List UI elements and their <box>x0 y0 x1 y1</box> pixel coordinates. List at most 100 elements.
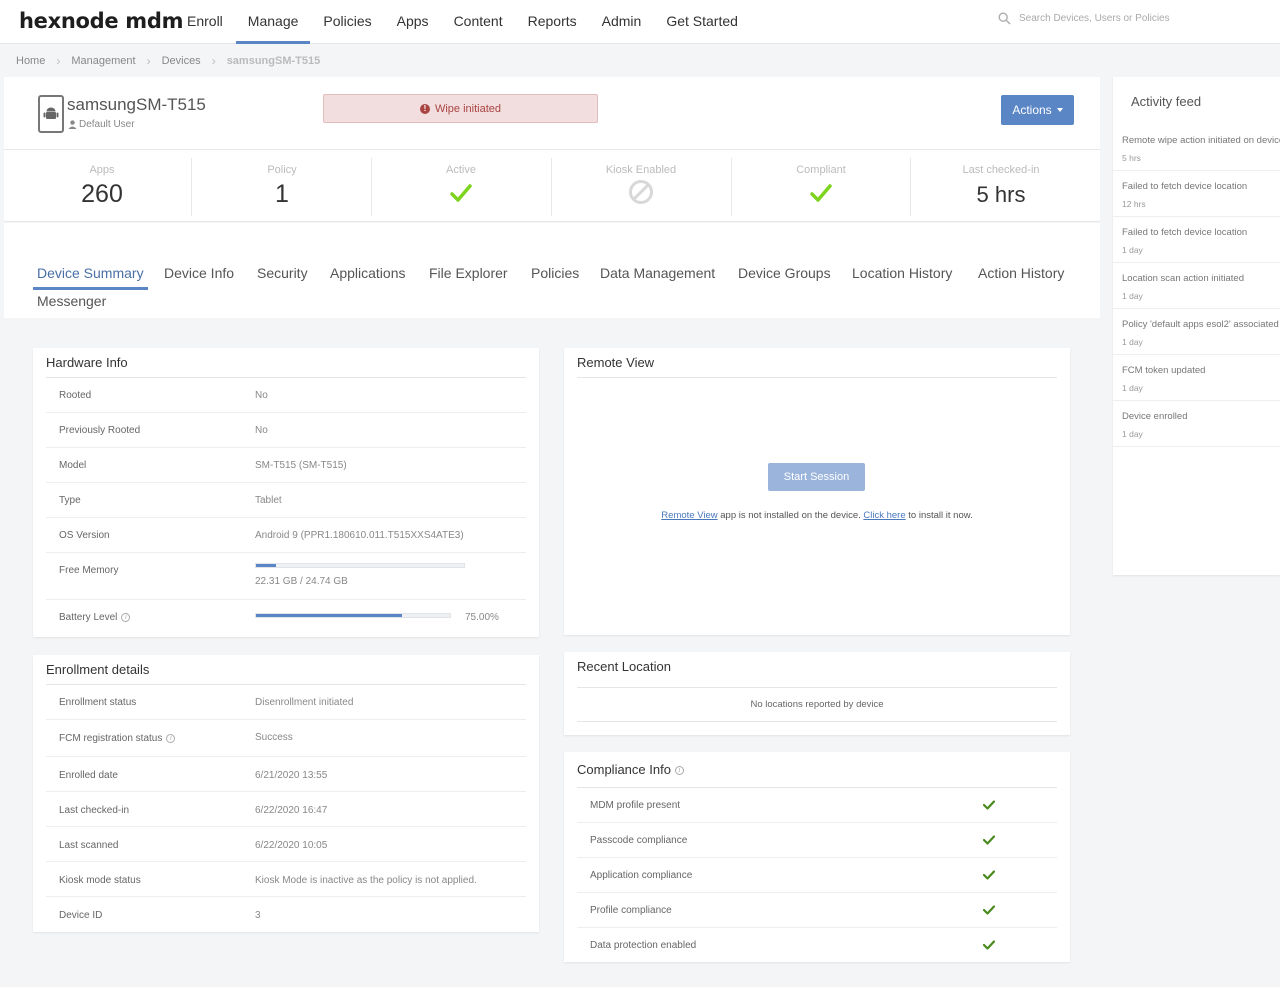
row-key: Last scanned <box>59 840 119 851</box>
feed-item[interactable]: Failed to fetch device location 1 day <box>1113 217 1280 263</box>
divider <box>577 721 1057 722</box>
tab-action-history[interactable]: Action History <box>978 265 1064 281</box>
tab-data-management[interactable]: Data Management <box>600 265 715 281</box>
row-key: MDM profile present <box>590 800 681 811</box>
device-user[interactable]: Default User <box>68 119 135 130</box>
nav-content[interactable]: Content <box>442 0 515 44</box>
feed-item-time: 1 day <box>1122 291 1143 301</box>
row-key: Data protection enabled <box>590 940 697 951</box>
search-input[interactable]: Search Devices, Users or Policies <box>1019 13 1170 24</box>
crumb-management[interactable]: Management <box>71 55 135 67</box>
info-icon[interactable]: i <box>121 612 131 622</box>
info-row: Previously Rooted No <box>46 413 526 448</box>
hardware-info-card: Hardware Info Rooted No Previously Roote… <box>33 348 539 637</box>
chevron-right-icon: › <box>211 54 216 68</box>
feed-item[interactable]: Policy 'default apps esol2' associated 1… <box>1113 309 1280 355</box>
remote-view-card: Remote View Start Session Remote View ap… <box>564 348 1070 635</box>
crumb-current: samsungSM-T515 <box>226 55 321 67</box>
active-tab-indicator <box>33 287 148 290</box>
device-header: samsungSM-T515 Default User ! Wipe initi… <box>4 77 1100 150</box>
stat-value: 1 <box>275 180 289 208</box>
check-icon <box>983 800 995 810</box>
compliance-row: MDM profile present <box>577 788 1057 823</box>
nav-apps[interactable]: Apps <box>385 0 441 44</box>
feed-item-text: Failed to fetch device location <box>1122 181 1248 192</box>
tab-messenger[interactable]: Messenger <box>37 293 106 309</box>
hexnode-logo[interactable]: hexnode mdm <box>19 9 184 33</box>
stat-kiosk: Kiosk Enabled <box>551 150 731 222</box>
remote-view-link[interactable]: Remote View <box>661 510 717 521</box>
start-session-button[interactable]: Start Session <box>768 463 865 491</box>
feed-item[interactable]: Device enrolled 1 day <box>1113 401 1280 447</box>
stat-policy[interactable]: Policy 1 <box>192 150 372 222</box>
tab-device-summary[interactable]: Device Summary <box>37 265 144 281</box>
feed-item-time: 5 hrs <box>1122 153 1141 163</box>
feed-item-time: 12 hrs <box>1122 199 1146 209</box>
stat-last-checked-in: Last checked-in 5 hrs <box>911 150 1091 222</box>
check-icon <box>983 870 995 880</box>
wipe-alert: ! Wipe initiated <box>323 94 598 123</box>
row-key: Passcode compliance <box>590 835 688 846</box>
tab-location-history[interactable]: Location History <box>852 265 952 281</box>
card-title-text: Compliance Info <box>577 762 671 777</box>
row-value: No <box>255 390 268 401</box>
info-row: Last scanned 6/22/2020 10:05 <box>46 827 526 862</box>
tab-device-info[interactable]: Device Info <box>164 265 234 281</box>
stat-compliant: Compliant <box>731 150 911 222</box>
nav-enroll[interactable]: Enroll <box>175 0 235 44</box>
feed-item[interactable]: Failed to fetch device location 12 hrs <box>1113 171 1280 217</box>
activity-feed-title: Activity feed <box>1131 94 1202 109</box>
nav-get-started[interactable]: Get Started <box>654 0 750 44</box>
tab-file-explorer[interactable]: File Explorer <box>429 265 508 281</box>
info-row: Kiosk mode status Kiosk Mode is inactive… <box>46 862 526 897</box>
check-icon <box>983 835 995 845</box>
check-icon <box>450 184 472 202</box>
row-value: 75.00% <box>465 612 499 623</box>
info-row: Battery Level i 75.00% <box>46 600 526 630</box>
actions-button[interactable]: Actions <box>1001 95 1074 125</box>
nav-policies[interactable]: Policies <box>311 0 383 44</box>
stat-apps[interactable]: Apps 260 <box>12 150 192 222</box>
check-icon <box>983 940 995 950</box>
nav-manage[interactable]: Manage <box>235 0 311 44</box>
row-key: Application compliance <box>590 870 693 881</box>
row-key-text: FCM registration status <box>59 733 163 744</box>
tab-policies[interactable]: Policies <box>531 265 579 281</box>
tab-security[interactable]: Security <box>257 265 308 281</box>
row-key: FCM registration status i <box>59 733 176 744</box>
feed-item[interactable]: FCM token updated 1 day <box>1113 355 1280 401</box>
android-tablet-icon <box>38 95 64 133</box>
card-title: Compliance Info i <box>577 762 684 777</box>
info-icon[interactable]: i <box>674 766 684 776</box>
card-title: Enrollment details <box>46 662 150 677</box>
device-user-name: Default User <box>79 119 135 130</box>
feed-item-text: FCM token updated <box>1122 365 1206 376</box>
nav-reports[interactable]: Reports <box>516 0 589 44</box>
info-row: Rooted No <box>46 378 526 413</box>
click-here-link[interactable]: Click here <box>863 510 905 521</box>
crumb-devices[interactable]: Devices <box>162 55 201 67</box>
feed-item-text: Remote wipe action initiated on device <box>1122 135 1280 146</box>
feed-item-text: Failed to fetch device location <box>1122 227 1248 238</box>
row-key: OS Version <box>59 530 110 541</box>
compliance-row: Profile compliance <box>577 893 1057 928</box>
divider <box>577 377 1057 378</box>
feed-item[interactable]: Remote wipe action initiated on device 5… <box>1113 125 1280 171</box>
feed-item[interactable]: Location scan action initiated 1 day <box>1113 263 1280 309</box>
crumb-home[interactable]: Home <box>16 55 45 67</box>
row-key: Last checked-in <box>59 805 130 816</box>
stat-active: Active <box>371 150 551 222</box>
stat-label: Active <box>446 164 476 176</box>
row-key: Device ID <box>59 910 103 921</box>
no-location-message: No locations reported by device <box>750 699 884 710</box>
tab-device-groups[interactable]: Device Groups <box>738 265 831 281</box>
info-icon[interactable]: i <box>166 733 176 743</box>
tab-applications[interactable]: Applications <box>330 265 406 281</box>
stat-label: Last checked-in <box>962 164 1040 176</box>
nav-admin[interactable]: Admin <box>590 0 654 44</box>
card-title: Recent Location <box>577 659 671 674</box>
check-icon <box>810 184 832 202</box>
global-search[interactable]: Search Devices, Users or Policies <box>998 12 1170 25</box>
feed-item-time: 1 day <box>1122 245 1143 255</box>
info-row: Type Tablet <box>46 483 526 518</box>
